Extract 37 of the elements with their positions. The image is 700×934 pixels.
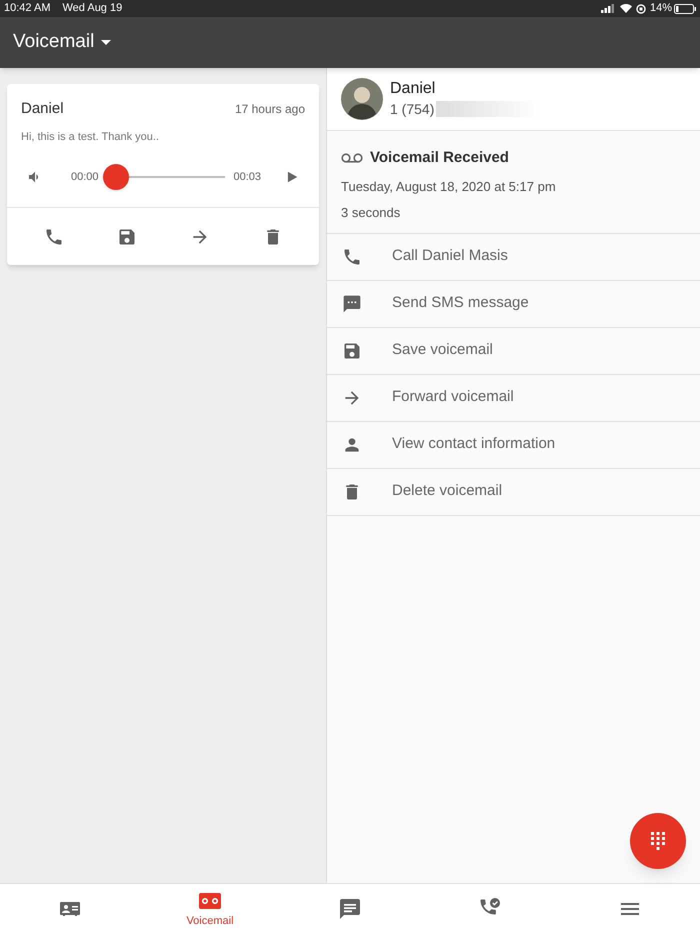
action-menu-item[interactable]: Save voicemail — [327, 328, 700, 374]
message-duration: 3 seconds — [341, 204, 402, 222]
status-date: Wed Aug 19 — [62, 1, 122, 16]
avatar — [341, 78, 383, 120]
chat-bubble-icon — [342, 294, 362, 314]
message-age: 17 hours ago — [234, 101, 305, 118]
phone-icon — [44, 226, 64, 246]
slider-thumb[interactable] — [102, 164, 129, 190]
signal-icon — [600, 4, 615, 13]
transcript-text: Hi, this is a test. Thank you.. — [20, 130, 160, 144]
seek-slider[interactable] — [102, 164, 226, 190]
battery-percent: 14% — [650, 1, 672, 16]
status-time: 10:42 AM — [4, 1, 50, 16]
action-menu-item[interactable]: Send SMS message — [327, 280, 700, 328]
received-date: Tuesday, August 18, 2020 at 5:17 pm — [341, 178, 557, 196]
elapsed-time: 00:00 — [71, 170, 99, 185]
action-menu-item[interactable]: Call Daniel Masis — [327, 234, 700, 280]
phone-number: 1 (754) — [390, 100, 434, 119]
action-menu-item[interactable]: View contact information — [327, 422, 700, 468]
rotation-lock-icon — [636, 4, 646, 14]
detail-title: Voicemail Received — [370, 148, 509, 168]
wifi-icon — [620, 4, 632, 13]
action-menu-item[interactable]: Forward voicemail — [327, 374, 700, 422]
voicemail-card[interactable]: Daniel 17 hours ago Hi, this is a test. Thank you.. 00:00 00:03 — [7, 84, 319, 265]
action-menu-item[interactable]: Delete voicemail — [327, 468, 700, 516]
nav-tab[interactable]: Voicemail — [140, 884, 280, 934]
voicemail-icon — [341, 153, 363, 164]
dialpad-icon — [651, 832, 665, 850]
caller-name: Daniel — [21, 99, 64, 119]
duration-time: 00:03 — [233, 170, 261, 185]
contact-name: Daniel — [390, 79, 436, 99]
caret-icon — [101, 40, 112, 45]
message-icon — [338, 897, 362, 921]
play-icon[interactable] — [285, 170, 299, 184]
view-dropdown[interactable]: Voicemail — [13, 28, 112, 57]
phone-icon — [342, 246, 362, 266]
battery-icon — [674, 4, 696, 14]
